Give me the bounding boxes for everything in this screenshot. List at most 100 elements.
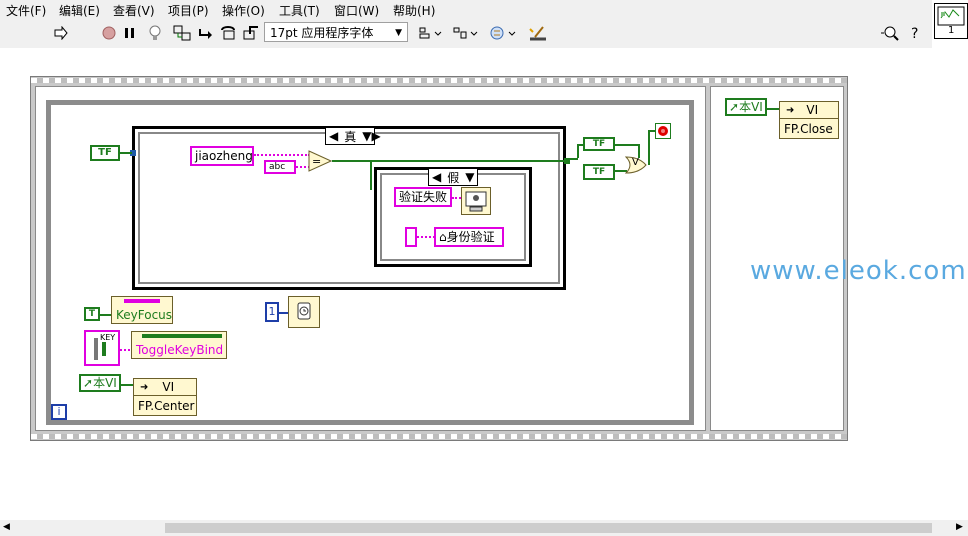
fp-close-invoke-node[interactable]: ➜ VI FP.Close [779, 101, 839, 139]
string-control-terminal[interactable]: abc [264, 160, 296, 174]
key-navigation-icon[interactable]: KEY [84, 330, 120, 366]
verify-ref-label: 身份验证 [446, 230, 495, 244]
wire-selector-in [370, 160, 372, 190]
vi-label-b: VI [806, 103, 819, 117]
boolean-indicator-a[interactable]: TF [583, 137, 615, 151]
case-selector-true[interactable]: ◀ 真 ▼▶ [325, 127, 381, 145]
one-button-dialog-icon[interactable] [461, 187, 491, 215]
boolean-constant[interactable]: TF [90, 145, 120, 161]
menu-project[interactable]: 项目(P) [168, 2, 209, 19]
menu-view[interactable]: 查看(V) [113, 2, 155, 19]
vi-label-a: VI [162, 380, 175, 394]
wire-string-a [254, 154, 310, 156]
help-icon[interactable]: ? [906, 24, 926, 42]
fp-close-label: FP.Close [784, 122, 833, 136]
step-out-icon[interactable] [242, 24, 260, 42]
string-constant[interactable]: jiaozheng [190, 146, 254, 166]
menu-edit[interactable]: 编辑(E) [59, 2, 100, 19]
home-icon: ⌂ [439, 230, 447, 244]
chevron-down-icon: ▼ [395, 28, 402, 38]
scrollbar-thumb[interactable] [165, 523, 932, 533]
film-strip-bottom [31, 434, 847, 439]
wait-ms-constant[interactable]: 1 [265, 302, 279, 322]
keyfocus-label: KeyFocus [116, 308, 173, 322]
wait-ms-function-icon[interactable] [288, 296, 320, 328]
step-over-icon[interactable] [220, 24, 238, 42]
run-arrow-icon[interactable] [52, 24, 70, 42]
keyfocus-const-label: T [88, 309, 96, 319]
selector-down-arrow-icon[interactable]: ▼▶ [359, 129, 383, 143]
wire-stop [648, 130, 650, 165]
vi-icon-label: 1 [948, 25, 955, 36]
scroll-left-icon[interactable]: ◀ [3, 522, 10, 532]
tf-b-label: TF [592, 167, 606, 177]
bool-ref-bar [142, 334, 222, 338]
wait-const-value: 1 [268, 305, 276, 318]
string-ref-bar [124, 299, 160, 303]
or-function[interactable]: V [624, 156, 647, 174]
this-vi-reference-b[interactable]: ➚本VI [725, 98, 767, 116]
wire-compare-out [332, 160, 566, 162]
arrow-icon-b: ➜ [786, 104, 795, 116]
fp-center-invoke-node[interactable]: ➜ VI FP.Center [133, 378, 197, 416]
cleanup-icon[interactable] [526, 24, 550, 42]
pause-icon[interactable] [122, 24, 138, 42]
search-icon[interactable] [878, 24, 902, 42]
horizontal-scrollbar[interactable]: ◀ ▶ [0, 520, 968, 536]
case-label-false: 假 [447, 170, 460, 185]
wire-case-out [566, 158, 578, 160]
film-strip-top [31, 78, 847, 83]
menu-file[interactable]: 文件(F) [6, 2, 46, 19]
case-label-true: 真 [344, 129, 357, 144]
this-vi-reference-a[interactable]: ➚本VI [79, 374, 121, 392]
watermark: www.eleok.com [750, 256, 967, 286]
reorder-icon[interactable] [488, 24, 518, 42]
wire-branch-a [577, 144, 585, 146]
retain-wire-icon[interactable] [172, 24, 192, 42]
vi-icon[interactable]: 1 [934, 3, 968, 39]
menu-tools[interactable]: 工具(T) [279, 2, 320, 19]
align-icon[interactable] [418, 24, 444, 42]
menu-help[interactable]: 帮助(H) [393, 2, 435, 19]
keyfocus-true-constant[interactable]: T [84, 307, 100, 321]
boolean-constant-label: TF [98, 147, 112, 158]
wire-verify-ref [417, 236, 435, 238]
abort-icon[interactable] [100, 24, 118, 42]
wire-tf-a [615, 144, 639, 146]
verify-local-variable[interactable]: ⌂身份验证 [434, 227, 504, 247]
iteration-terminal: i [51, 404, 67, 420]
togglekey-label: ToggleKeyBind [136, 343, 224, 357]
this-vi-label-a: 本VI [93, 376, 117, 390]
font-selector[interactable]: 17pt 应用程序字体 ▼ [264, 22, 408, 42]
step-into-icon[interactable] [198, 24, 216, 42]
this-vi-icon-b: ➚ [729, 100, 740, 114]
this-vi-icon-a: ➚ [83, 376, 94, 390]
case-selector-false[interactable]: ◀ 假 ▼ [428, 168, 478, 186]
wire-branch-up [577, 144, 579, 158]
selector-left-arrow-icon[interactable]: ◀ [326, 129, 341, 143]
font-selector-value: 17pt 应用程序字体 [270, 26, 374, 40]
invoke-header-b: ➜ VI [780, 102, 838, 119]
selector-left-arrow-icon-2[interactable]: ◀ [429, 170, 444, 184]
togglekeybind-property-node[interactable]: ToggleKeyBind [131, 331, 227, 359]
scroll-right-icon[interactable]: ▶ [956, 522, 963, 532]
fail-text-value: 验证失败 [399, 190, 448, 204]
string-control-label: abc [269, 162, 286, 172]
this-vi-label-b: 本VI [739, 100, 763, 114]
iteration-label: i [57, 405, 61, 418]
highlight-bulb-icon[interactable] [146, 24, 164, 42]
arrow-icon-a: ➜ [140, 381, 149, 393]
distribute-icon[interactable] [452, 24, 480, 42]
stop-terminal-icon[interactable] [655, 123, 671, 139]
menu-operate[interactable]: 操作(O) [222, 2, 265, 19]
string-constant-value: jiaozheng [195, 149, 253, 163]
key-label: KEY [100, 333, 116, 342]
boolean-indicator-b[interactable]: TF [583, 164, 615, 180]
menu-window[interactable]: 窗口(W) [334, 2, 379, 19]
or-label: V [632, 157, 639, 168]
selector-down-arrow-icon-2[interactable]: ▼ [462, 170, 477, 184]
equal-function[interactable]: = [308, 150, 333, 172]
fail-text-constant[interactable]: 验证失败 [394, 187, 452, 207]
empty-string-constant[interactable] [405, 227, 417, 247]
keyfocus-property-node[interactable]: KeyFocus [111, 296, 173, 324]
